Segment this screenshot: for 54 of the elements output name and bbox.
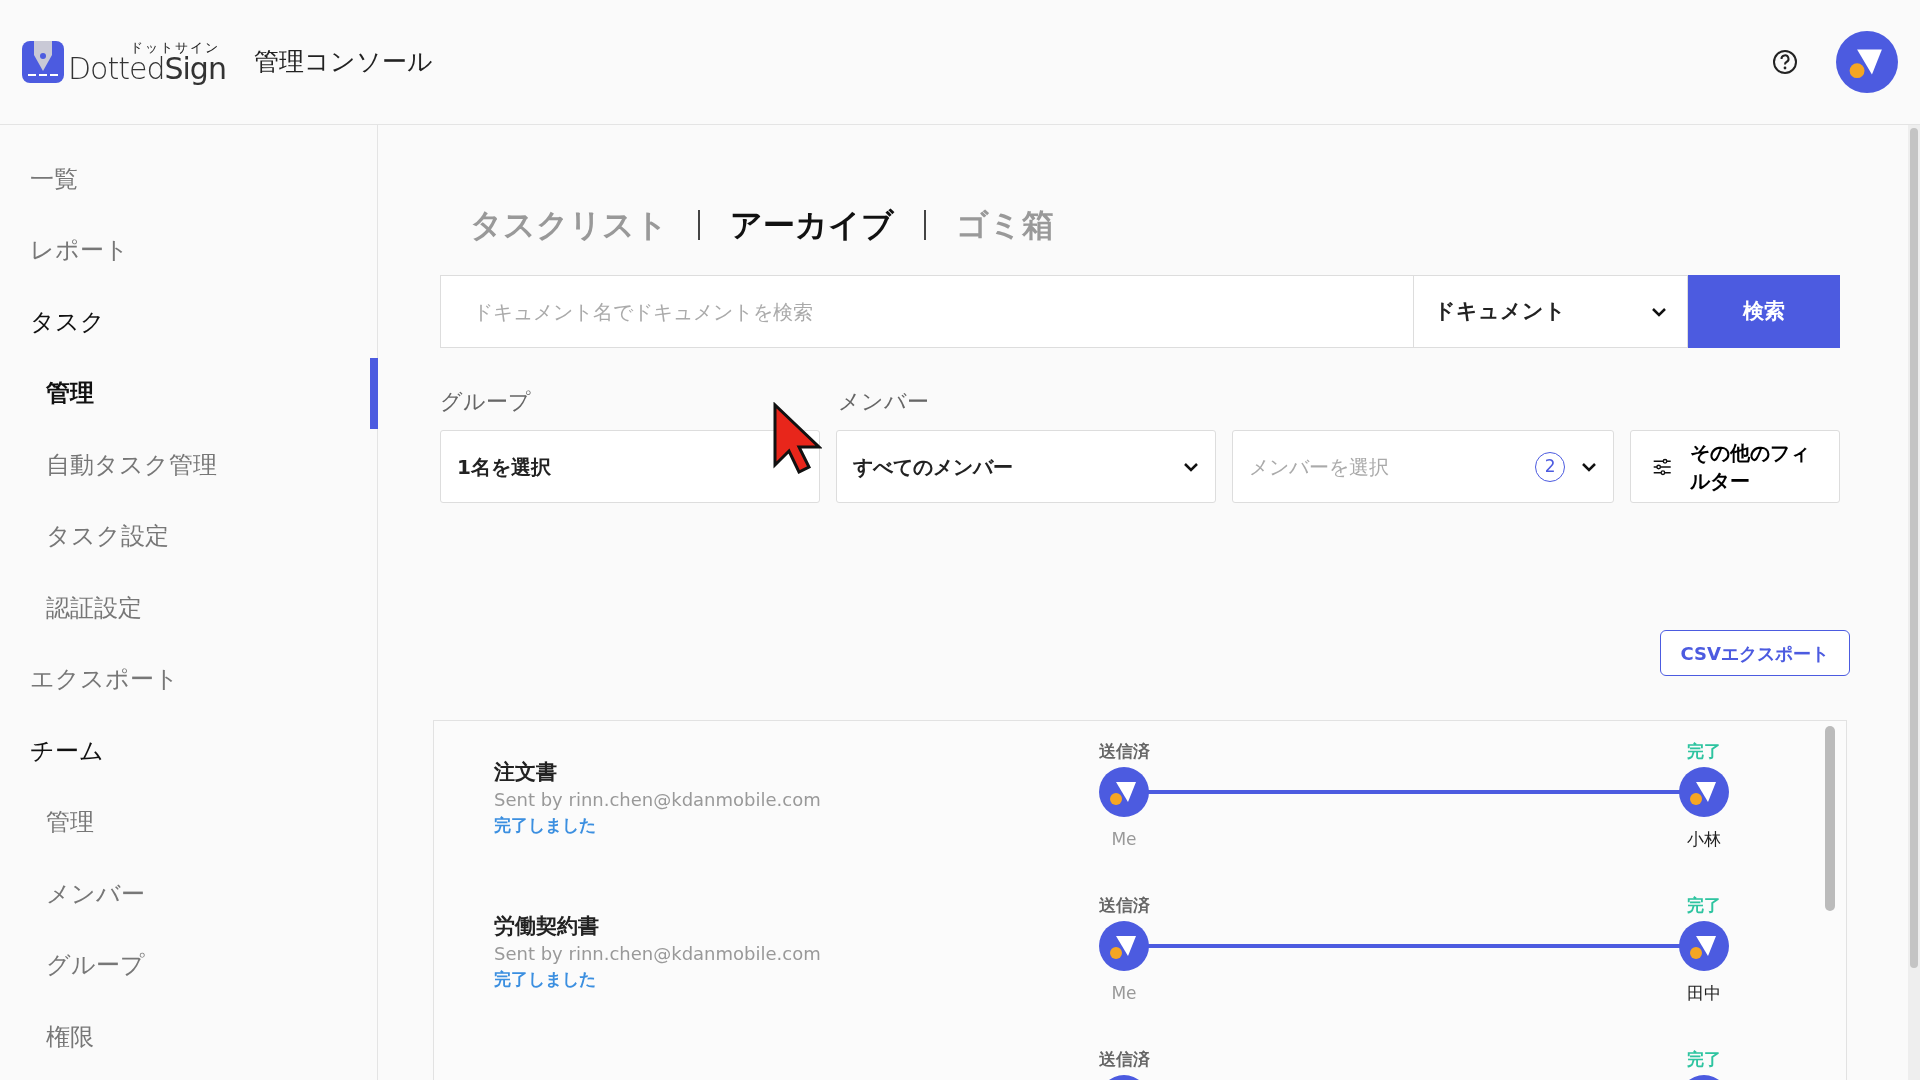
sidebar-subitem[interactable]: 管理 bbox=[0, 357, 377, 429]
signer-name: Me bbox=[1111, 982, 1137, 1005]
signer-state: 完了 bbox=[1687, 894, 1721, 917]
signer-state: 完了 bbox=[1687, 740, 1721, 763]
signer-name: 田中 bbox=[1687, 982, 1721, 1005]
signer-state: 完了 bbox=[1687, 1048, 1721, 1071]
chevron-down-icon bbox=[1581, 461, 1598, 472]
signer-state: 送信済 bbox=[1098, 1048, 1150, 1071]
sidebar-subitem[interactable]: タスク設定 bbox=[0, 500, 377, 572]
member-select[interactable]: メンバーを選択 2 bbox=[1232, 430, 1615, 503]
task-status: 完了しました bbox=[494, 968, 597, 992]
sender-text: Sent by rinn.chen@kdanmobile.com bbox=[494, 942, 822, 967]
tab[interactable]: アーカイブ bbox=[700, 209, 924, 241]
task-status: 完了しました bbox=[494, 814, 597, 838]
scope-select[interactable]: ドキュメント bbox=[1413, 275, 1688, 348]
sidebar-item[interactable]: 一覧 bbox=[0, 143, 377, 215]
console-title: 管理コンソール bbox=[253, 46, 433, 79]
tab[interactable]: ゴミ箱 bbox=[926, 209, 1084, 241]
task-title[interactable]: 労働契約書 bbox=[494, 913, 1084, 941]
sidebar-subitem[interactable]: 権限 bbox=[0, 1001, 377, 1073]
chevron-down-icon bbox=[1651, 306, 1667, 317]
logo-kana-text: ドットサイン bbox=[129, 40, 220, 54]
scrollbar-thumb[interactable] bbox=[1825, 726, 1835, 911]
search-field[interactable]: ドキュメント名でドキュメントを検索 bbox=[440, 275, 1413, 348]
sidebar-subitem[interactable]: メンバー bbox=[0, 858, 377, 930]
page-scrollbar-thumb[interactable] bbox=[1910, 128, 1918, 968]
help-icon[interactable] bbox=[1772, 49, 1798, 75]
sidebar-subitem[interactable]: 認証設定 bbox=[0, 572, 377, 644]
csv-export-button[interactable]: CSVエクスポート bbox=[1659, 630, 1850, 676]
member-scope-select[interactable]: すべてのメンバー bbox=[835, 430, 1217, 503]
sidebar-subitem[interactable]: 管理 bbox=[0, 786, 377, 858]
group-select[interactable]: 1名を選択 bbox=[440, 430, 820, 503]
filter-label: グループ bbox=[440, 388, 532, 416]
sender-text: Sent by rinn.chen@kdanmobile.com bbox=[494, 788, 822, 813]
search-button[interactable]: 検索 bbox=[1688, 275, 1840, 348]
sidebar-item[interactable]: タスク bbox=[0, 286, 377, 358]
signer-name: Me bbox=[1111, 828, 1137, 851]
cursor-icon bbox=[772, 402, 822, 474]
sidebar-item[interactable]: エクスポート bbox=[0, 643, 377, 715]
filter-label: メンバー bbox=[838, 388, 929, 416]
sidebar-item[interactable]: チーム bbox=[0, 715, 377, 787]
logo-wordmark: DottedSign bbox=[68, 53, 226, 84]
task-title[interactable]: 注文書 bbox=[494, 759, 1084, 787]
more-filters-button[interactable]: その他のフィルター bbox=[1630, 430, 1840, 503]
pen-nib-logo-icon bbox=[22, 41, 64, 83]
sidebar-item[interactable]: レポート bbox=[0, 214, 377, 286]
signer-name: 小林 bbox=[1687, 828, 1721, 851]
avatar-icon bbox=[1836, 31, 1898, 93]
sidebar-subitem[interactable]: グループ bbox=[0, 929, 377, 1001]
signer-state: 送信済 bbox=[1098, 740, 1150, 763]
tab[interactable]: タスクリスト bbox=[440, 209, 698, 241]
signer-state: 送信済 bbox=[1098, 894, 1150, 917]
sidebar-subitem[interactable]: 自動タスク管理 bbox=[0, 429, 377, 501]
chevron-down-icon bbox=[1183, 461, 1200, 472]
